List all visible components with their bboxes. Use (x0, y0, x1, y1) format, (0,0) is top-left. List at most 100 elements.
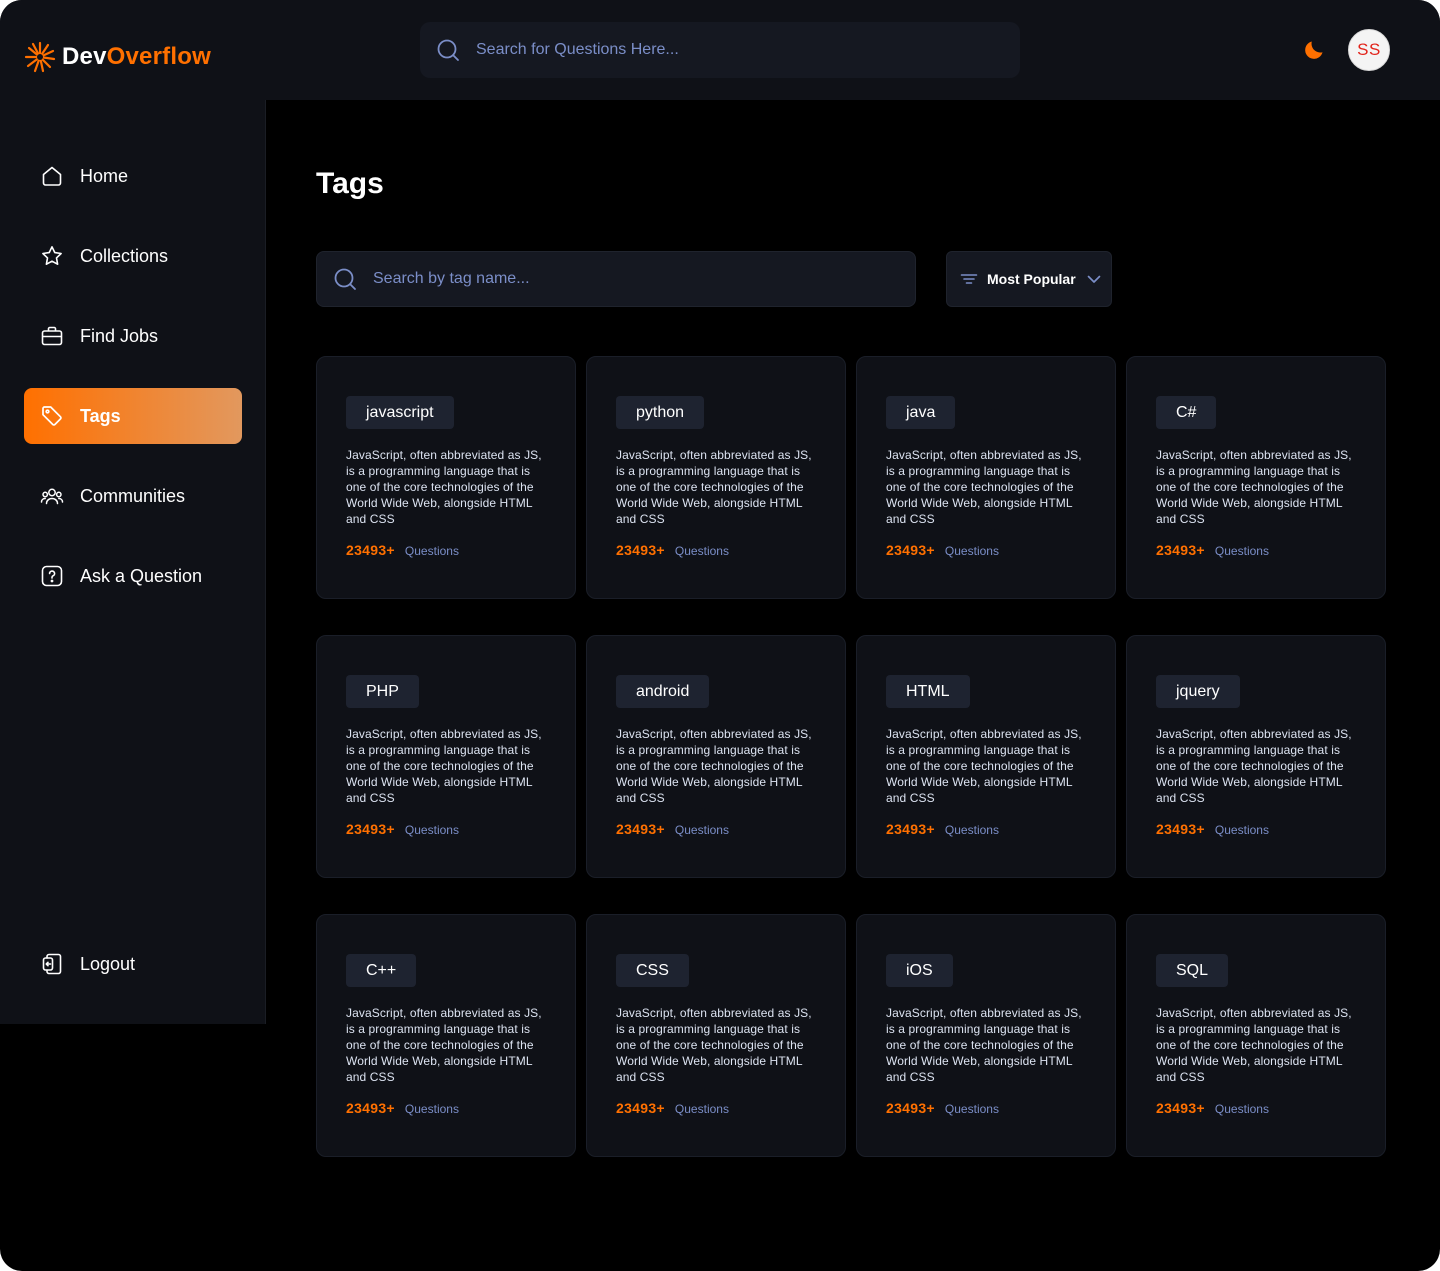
tag-name[interactable]: iOS (886, 954, 953, 987)
question-count-label: Questions (674, 1102, 729, 1116)
tag-name[interactable]: android (616, 675, 710, 708)
question-count: 23493+ (616, 542, 665, 558)
tag-description: JavaScript, often abbreviated as JS, is … (886, 1006, 1082, 1084)
tag-card[interactable]: C++ JavaScript, often abbreviated as JS,… (316, 914, 576, 1157)
tag-stats: 23493+ Questions (346, 1100, 459, 1116)
question-count-label: Questions (674, 823, 729, 837)
question-count: 23493+ (1156, 821, 1205, 837)
tag-name[interactable]: CSS (616, 954, 689, 987)
users-icon (40, 488, 64, 505)
tag-card[interactable]: C# JavaScript, often abbreviated as JS, … (1126, 356, 1386, 599)
question-count: 23493+ (346, 821, 395, 837)
tag-stats: 23493+ Questions (346, 821, 459, 837)
logout-icon (42, 953, 62, 975)
question-count-label: Questions (1214, 1102, 1269, 1116)
tag-card[interactable]: HTML JavaScript, often abbreviated as JS… (856, 635, 1116, 878)
question-count: 23493+ (886, 1100, 935, 1116)
tag-stats: 23493+ Questions (616, 542, 729, 558)
tag-search-input[interactable] (373, 270, 873, 288)
global-search-input[interactable] (476, 41, 976, 59)
tag-card[interactable]: android JavaScript, often abbreviated as… (586, 635, 846, 878)
tag-stats: 23493+ Questions (1156, 821, 1269, 837)
tag-stats: 23493+ Questions (616, 1100, 729, 1116)
tag-description: JavaScript, often abbreviated as JS, is … (1156, 1006, 1352, 1084)
logout-button[interactable]: Logout (24, 936, 242, 992)
tag-name[interactable]: java (886, 396, 956, 429)
global-search-bar[interactable] (420, 22, 1020, 78)
sidebar-item-label: Communities (80, 485, 186, 506)
tag-card[interactable]: javascript JavaScript, often abbreviated… (316, 356, 576, 599)
tag-name[interactable]: jquery (1156, 675, 1240, 708)
question-count: 23493+ (1156, 542, 1205, 558)
sidebar-item-tags[interactable]: Tags (24, 388, 242, 444)
tag-stats: 23493+ Questions (346, 542, 459, 558)
question-count-label: Questions (944, 544, 999, 558)
sidebar-item-find-jobs[interactable]: Find Jobs (24, 308, 242, 364)
question-count-label: Questions (404, 823, 459, 837)
tag-icon (42, 406, 62, 426)
sidebar-item-label: Find Jobs (80, 325, 159, 346)
question-count-label: Questions (944, 823, 999, 837)
tag-card[interactable]: python JavaScript, often abbreviated as … (586, 356, 846, 599)
tag-card[interactable]: jquery JavaScript, often abbreviated as … (1126, 635, 1386, 878)
tag-description: JavaScript, often abbreviated as JS, is … (616, 727, 812, 805)
brand-name: DevOverflow (62, 43, 211, 71)
tag-stats: 23493+ Questions (886, 821, 999, 837)
home-icon (42, 166, 62, 186)
tag-description: JavaScript, often abbreviated as JS, is … (346, 727, 542, 805)
tag-description: JavaScript, often abbreviated as JS, is … (346, 1006, 542, 1084)
tag-name[interactable]: C++ (346, 954, 417, 987)
tag-description: JavaScript, often abbreviated as JS, is … (1156, 448, 1352, 526)
tag-stats: 23493+ Questions (1156, 1100, 1269, 1116)
question-count: 23493+ (1156, 1100, 1205, 1116)
brand-logo[interactable]: DevOverflow (24, 40, 211, 74)
brand-name-part2: Overflow (106, 43, 211, 70)
tag-name[interactable]: SQL (1156, 954, 1229, 987)
moon-icon[interactable] (1302, 38, 1326, 62)
app-window: DevOverflow SS Home Collections (0, 0, 1440, 1271)
tag-description: JavaScript, often abbreviated as JS, is … (616, 1006, 812, 1084)
left-sidebar: Home Collections Find Jobs Tags Communit… (0, 100, 266, 1024)
logout-label: Logout (80, 953, 136, 974)
tag-name[interactable]: javascript (346, 396, 454, 429)
top-navbar: DevOverflow SS (0, 0, 1440, 100)
tag-stats: 23493+ Questions (886, 1100, 999, 1116)
question-count-label: Questions (1214, 544, 1269, 558)
question-count-label: Questions (404, 544, 459, 558)
tag-card[interactable]: iOS JavaScript, often abbreviated as JS,… (856, 914, 1116, 1157)
sidebar-item-label: Tags (80, 405, 121, 426)
question-count: 23493+ (886, 821, 935, 837)
sidebar-item-ask-question[interactable]: Ask a Question (24, 548, 242, 604)
tag-card[interactable]: SQL JavaScript, often abbreviated as JS,… (1126, 914, 1386, 1157)
tag-description: JavaScript, often abbreviated as JS, is … (346, 448, 542, 526)
brand-name-part1: Dev (62, 43, 107, 70)
tag-description: JavaScript, often abbreviated as JS, is … (886, 727, 1082, 805)
question-count-label: Questions (944, 1102, 999, 1116)
question-count: 23493+ (346, 542, 395, 558)
question-icon (41, 565, 63, 587)
star-icon (42, 246, 62, 265)
user-avatar[interactable]: SS (1348, 29, 1390, 71)
tag-stats: 23493+ Questions (1156, 542, 1269, 558)
filter-dropdown[interactable]: Most Popular (946, 251, 1112, 307)
sidebar-item-label: Home (80, 165, 129, 186)
tag-card[interactable]: PHP JavaScript, often abbreviated as JS,… (316, 635, 576, 878)
tag-card[interactable]: CSS JavaScript, often abbreviated as JS,… (586, 914, 846, 1157)
sidebar-item-collections[interactable]: Collections (24, 228, 242, 284)
question-count: 23493+ (616, 1100, 665, 1116)
tag-search-bar[interactable] (316, 251, 916, 307)
question-count: 23493+ (346, 1100, 395, 1116)
logo-icon (24, 41, 56, 73)
tag-name[interactable]: HTML (886, 675, 970, 708)
chevron-down-icon (1087, 275, 1101, 283)
filter-icon (960, 274, 978, 284)
tag-name[interactable]: PHP (346, 675, 419, 708)
sidebar-item-communities[interactable]: Communities (24, 468, 242, 524)
sidebar-item-label: Ask a Question (80, 565, 203, 586)
tag-name[interactable]: python (616, 396, 705, 429)
tag-description: JavaScript, often abbreviated as JS, is … (886, 448, 1082, 526)
tag-card[interactable]: java JavaScript, often abbreviated as JS… (856, 356, 1116, 599)
filter-selected-value: Most Popular (987, 271, 1076, 287)
sidebar-item-home[interactable]: Home (24, 148, 242, 204)
tag-name[interactable]: C# (1156, 396, 1217, 429)
